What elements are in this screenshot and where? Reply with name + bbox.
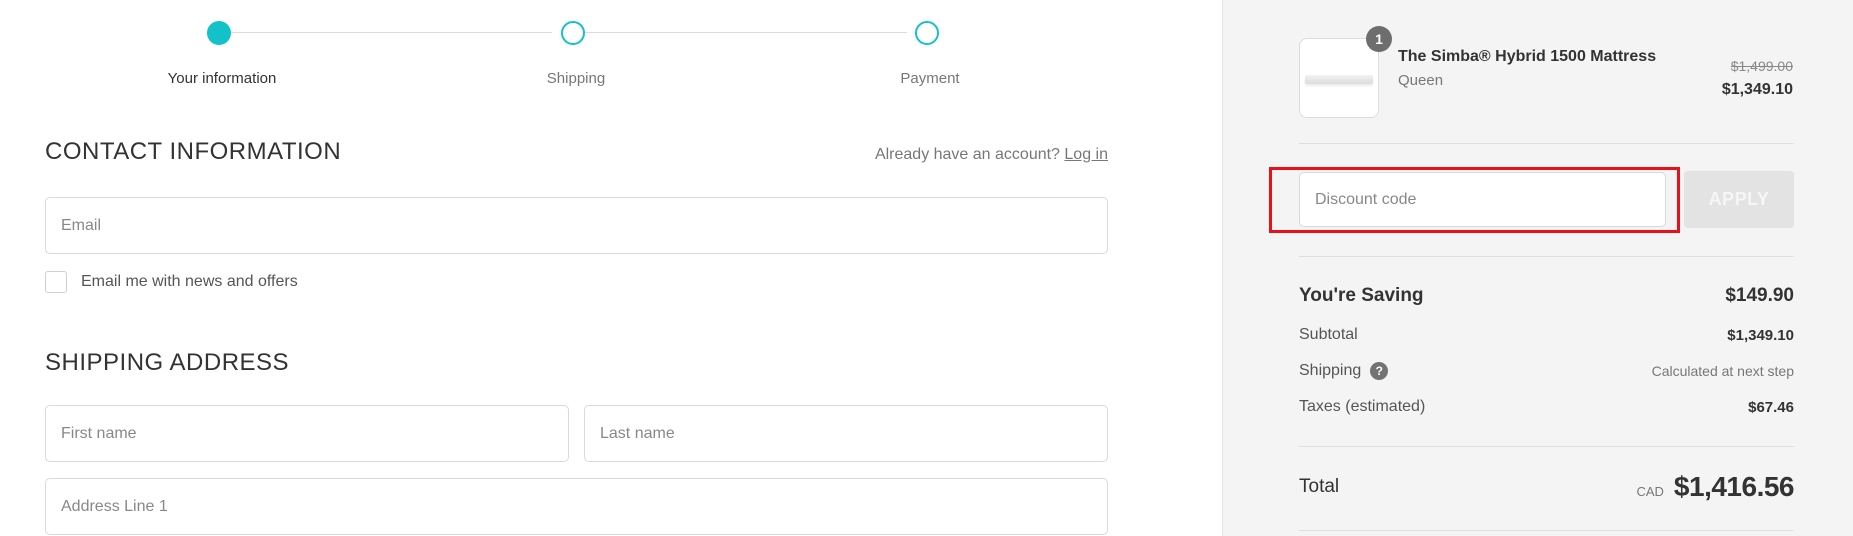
step-your-information-label[interactable]: Your information <box>168 70 277 87</box>
quantity-badge: 1 <box>1366 26 1392 52</box>
product-thumbnail <box>1299 38 1379 118</box>
taxes-value: $67.46 <box>1748 398 1794 416</box>
account-prompt: Already have an account? Log in <box>875 146 1108 164</box>
total-amount-group: CAD $1,416.56 <box>1636 471 1794 503</box>
apply-discount-button[interactable]: APPLY <box>1684 171 1794 228</box>
divider <box>1299 143 1794 144</box>
shipping-value: Calculated at next step <box>1651 363 1794 379</box>
progress-line <box>576 32 907 33</box>
checkout-form-panel: Your information Shipping Payment CONTAC… <box>0 0 1222 536</box>
current-price: $1,349.10 <box>1721 81 1793 98</box>
checkout-progress: Your information Shipping Payment <box>45 0 1110 100</box>
discount-code-field[interactable] <box>1299 172 1666 227</box>
step-payment-label: Payment <box>900 70 960 87</box>
savings-label: You're Saving <box>1299 285 1424 306</box>
newsletter-option[interactable]: Email me with news and offers <box>45 271 298 293</box>
total-amount: $1,416.56 <box>1673 471 1795 502</box>
savings-row: You're Saving $149.90 <box>1299 285 1794 307</box>
subtotal-label: Subtotal <box>1299 326 1358 343</box>
shipping-label-group: Shipping ? <box>1299 362 1389 380</box>
shipping-row: Shipping ? Calculated at next step <box>1299 362 1794 380</box>
step-payment-indicator <box>915 21 939 45</box>
first-name-field[interactable] <box>45 405 569 462</box>
account-prompt-text: Already have an account? <box>874 146 1060 163</box>
divider <box>1299 446 1794 447</box>
divider <box>1299 256 1794 257</box>
taxes-row: Taxes (estimated) $67.46 <box>1299 398 1794 416</box>
subtotal-value: $1,349.10 <box>1727 326 1794 344</box>
progress-line <box>222 32 552 33</box>
product-variant: Queen <box>1398 72 1444 89</box>
divider <box>1299 530 1794 531</box>
login-link[interactable]: Log in <box>1064 146 1108 163</box>
email-input[interactable] <box>46 198 1107 253</box>
mattress-image <box>1305 75 1373 84</box>
contact-information-heading: CONTACT INFORMATION <box>45 138 342 165</box>
first-name-input[interactable] <box>46 406 568 461</box>
original-price: $1,499.00 <box>1730 58 1793 74</box>
subtotal-row: Subtotal $1,349.10 <box>1299 326 1794 344</box>
address-line-1-field[interactable] <box>45 478 1108 535</box>
newsletter-label: Email me with news and offers <box>81 273 298 290</box>
currency-code: CAD <box>1636 484 1664 499</box>
newsletter-checkbox[interactable] <box>45 271 67 293</box>
shipping-address-heading: SHIPPING ADDRESS <box>45 349 290 376</box>
total-label: Total <box>1299 476 1340 497</box>
step-shipping-indicator <box>561 21 585 45</box>
help-icon[interactable]: ? <box>1370 362 1389 380</box>
step-shipping-label: Shipping <box>546 70 606 87</box>
shipping-label: Shipping <box>1299 362 1362 379</box>
total-row: Total CAD $1,416.56 <box>1299 471 1795 503</box>
savings-value: $149.90 <box>1725 285 1794 306</box>
last-name-input[interactable] <box>585 406 1107 461</box>
product-name: The Simba® Hybrid 1500 Mattress <box>1398 48 1657 65</box>
order-summary-panel: 1 The Simba® Hybrid 1500 Mattress Queen … <box>1222 0 1853 536</box>
taxes-label: Taxes (estimated) <box>1299 398 1426 415</box>
address-line-1-input[interactable] <box>46 479 1107 534</box>
email-field[interactable] <box>45 197 1108 254</box>
discount-code-input[interactable] <box>1300 173 1665 226</box>
last-name-field[interactable] <box>584 405 1108 462</box>
step-your-information-indicator <box>207 21 231 45</box>
